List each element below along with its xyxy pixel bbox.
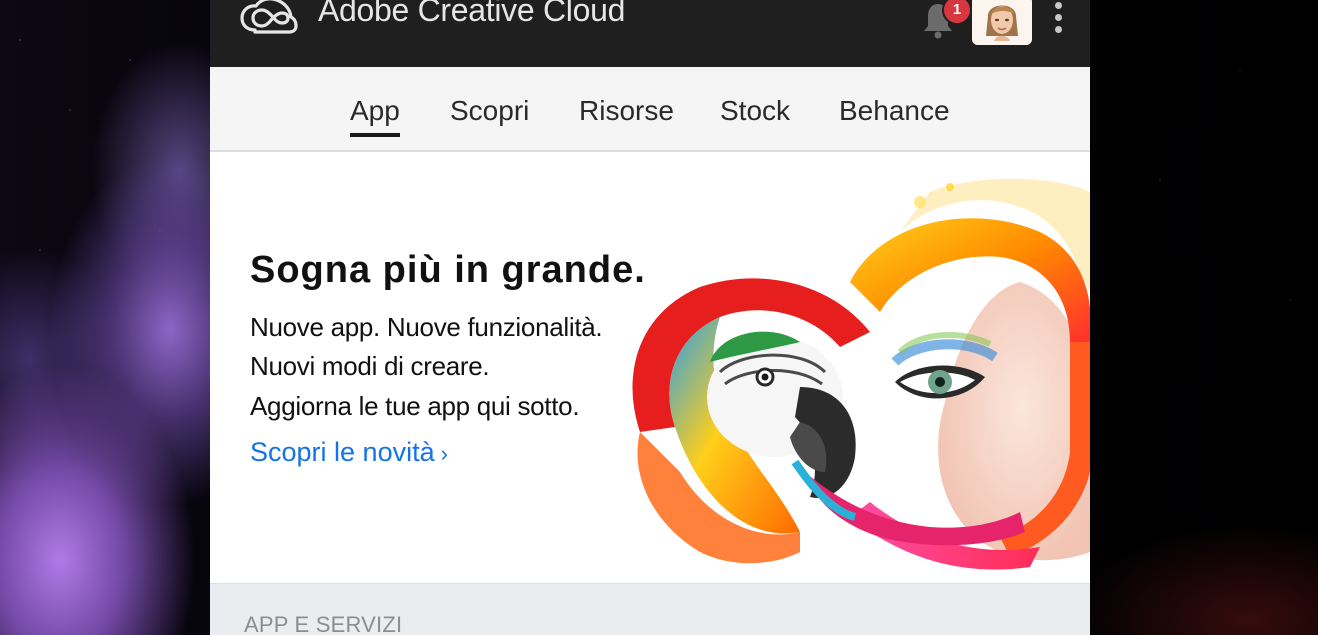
- vertical-ellipsis-icon: [1054, 2, 1062, 9]
- notification-badge: 1: [942, 0, 972, 25]
- tab-risorse[interactable]: Risorse: [579, 95, 674, 127]
- tab-behance[interactable]: Behance: [839, 95, 950, 127]
- whats-new-link[interactable]: Scopri le novità ›: [250, 437, 448, 468]
- app-title: Adobe Creative Cloud: [318, 0, 626, 28]
- avatar-photo: [972, 0, 1032, 45]
- tab-app[interactable]: App: [350, 95, 400, 137]
- avatar[interactable]: [972, 0, 1032, 45]
- section-heading: APP E SERVIZI: [244, 612, 403, 635]
- tab-stock[interactable]: Stock: [720, 95, 790, 127]
- top-bar: Adobe Creative Cloud 1: [210, 0, 1090, 67]
- main-nav: App Scopri Risorse Stock Behance: [210, 67, 1090, 152]
- hero-artwork-image: [632, 178, 1090, 570]
- hero-title: Sogna più in grande.: [250, 249, 646, 291]
- hero-line-2: Nuovi modi di creare.: [250, 351, 490, 381]
- creative-cloud-logo-icon: [240, 0, 298, 34]
- more-options-button[interactable]: [1048, 0, 1068, 40]
- whats-new-link-label: Scopri le novità: [250, 437, 435, 467]
- chevron-right-icon: ›: [440, 441, 448, 466]
- hero-banner: Sogna più in grande. Nuove app. Nuove fu…: [210, 152, 1090, 583]
- apps-services-section: APP E SERVIZI: [210, 583, 1090, 635]
- hero-line-1: Nuove app. Nuove funzionalità.: [250, 312, 603, 342]
- tab-scopri[interactable]: Scopri: [450, 95, 529, 127]
- creative-cloud-panel: Adobe Creative Cloud 1 App Scopri Risors…: [210, 0, 1090, 635]
- hero-line-3: Aggiorna le tue app qui sotto.: [250, 391, 580, 421]
